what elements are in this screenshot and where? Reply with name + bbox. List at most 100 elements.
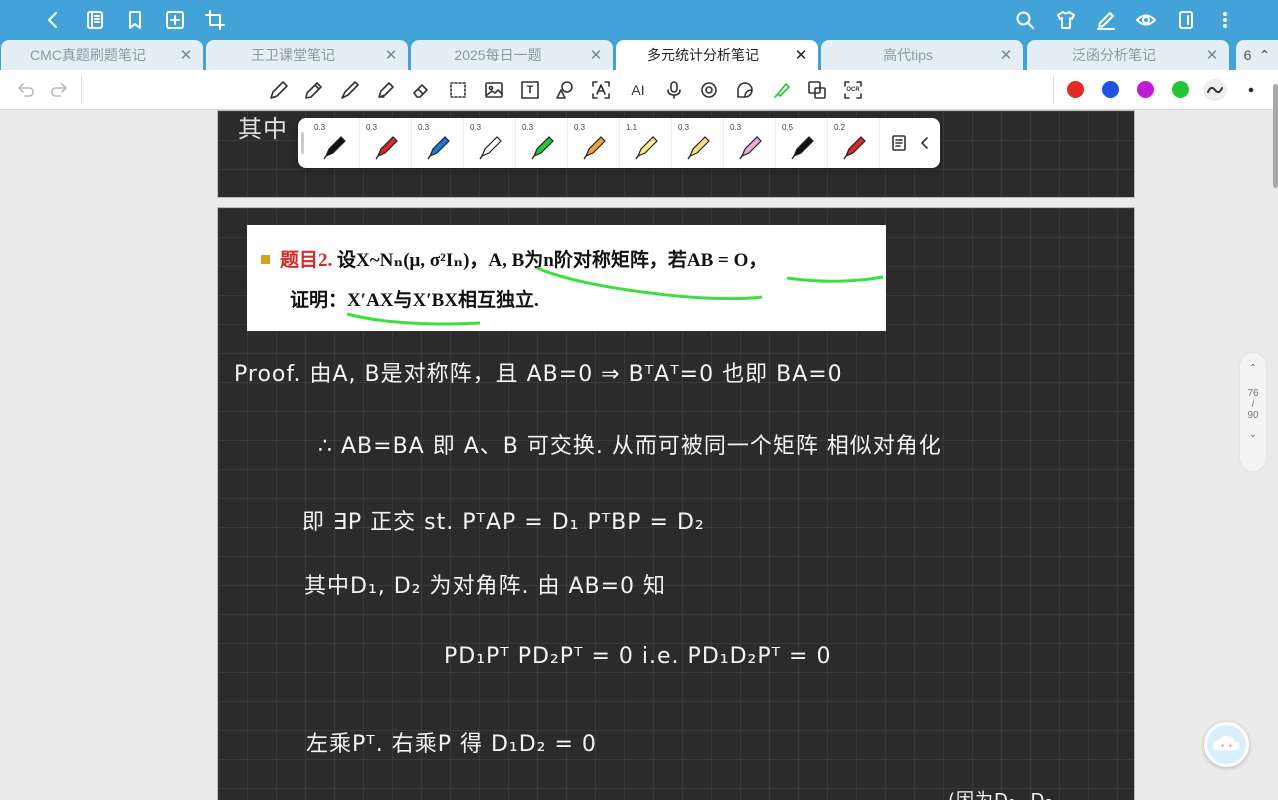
total-pages: 90: [1247, 410, 1259, 421]
notebook-icon[interactable]: [83, 8, 107, 32]
laser-pointer-icon[interactable]: [771, 79, 793, 101]
pen-preset-3[interactable]: 0.3: [412, 118, 464, 168]
sticker-icon[interactable]: [734, 79, 756, 101]
pen-settings-icon[interactable]: [888, 132, 910, 154]
pen-size-label: 0.3: [314, 123, 326, 132]
theme-shirt-icon[interactable]: [1054, 8, 1078, 32]
page-down-icon[interactable]: ⌄: [1240, 429, 1266, 440]
pen-presets-popup: 0.3 0.3 0.3 0.3 0.3 0.3 1.1 0.3 0.3 0.5 0.2: [298, 118, 940, 168]
pen-icon: [531, 136, 554, 160]
ai-icon[interactable]: AI: [627, 79, 649, 101]
divider: [1053, 76, 1054, 104]
color-blue-swatch[interactable]: [1102, 81, 1119, 98]
eraser-icon[interactable]: [410, 79, 432, 101]
proof-line-6: 左乘Pᵀ. 右乘P 得 D₁D₂ = 0: [306, 732, 597, 757]
crop-icon[interactable]: [203, 8, 227, 32]
audio-record-icon[interactable]: [698, 79, 720, 101]
pen-size-label: 0.3: [522, 123, 534, 132]
color-red-swatch[interactable]: [1067, 81, 1084, 98]
problem-text-1: 设X~Nₙ(μ, σ²Iₙ)，A, B为n阶对称矩阵，若AB = O，: [337, 250, 768, 271]
tab-daily-2025[interactable]: 2025每日一题 ✕: [411, 40, 613, 70]
problem-card: 题目2. 设X~Nₙ(μ, σ²Iₙ)，A, B为n阶对称矩阵，若AB = O，…: [247, 225, 886, 331]
pen-preset-4[interactable]: 0.3: [464, 118, 516, 168]
problem-line-2: 证明：X′AX与X′BX相互独立.: [290, 290, 539, 311]
pen-preset-7[interactable]: 1.1: [620, 118, 672, 168]
pen-preset-5[interactable]: 0.3: [516, 118, 568, 168]
eye-icon[interactable]: [1134, 8, 1158, 32]
close-icon[interactable]: ✕: [175, 46, 197, 64]
stroke-style-icon[interactable]: [1203, 79, 1227, 101]
drag-handle[interactable]: [301, 132, 304, 154]
close-icon[interactable]: ✕: [995, 46, 1017, 64]
close-icon[interactable]: ✕: [1201, 46, 1223, 64]
fountain-pen-icon[interactable]: [268, 79, 290, 101]
pen-size-label: 0.2: [834, 123, 846, 132]
highlighter-icon[interactable]: [375, 79, 397, 101]
pen-preset-8[interactable]: 0.3: [672, 118, 724, 168]
pen-preset-9[interactable]: 0.3: [724, 118, 776, 168]
pen-icon: [843, 136, 866, 160]
scrollbar-thumb[interactable]: [1273, 84, 1278, 188]
collapse-chevron-icon[interactable]: [914, 132, 936, 154]
pen-icon: [687, 136, 710, 160]
pen-size-label: 0.3: [574, 123, 586, 132]
assistant-cloud-button[interactable]: [1204, 722, 1249, 767]
pen-icon: [375, 136, 398, 160]
tab-label: 高代tips: [883, 47, 933, 63]
pen-preset-1[interactable]: 0.3: [308, 118, 360, 168]
tab-algebra-tips[interactable]: 高代tips ✕: [821, 40, 1023, 70]
pen-preset-2[interactable]: 0.3: [360, 118, 412, 168]
shapes-icon[interactable]: [554, 79, 576, 101]
redo-icon[interactable]: [48, 79, 70, 101]
close-icon[interactable]: ✕: [585, 46, 607, 64]
translate-icon[interactable]: [806, 79, 828, 101]
more-vertical-icon[interactable]: [1213, 8, 1237, 32]
close-icon[interactable]: ✕: [380, 46, 402, 64]
app-bar: [0, 0, 1278, 40]
pen-preset-11[interactable]: 0.2: [828, 118, 880, 168]
tab-multivariate[interactable]: 多元统计分析笔记 ✕: [616, 40, 818, 70]
divider: [81, 76, 82, 104]
proof-line-1: Proof. 由A, B是对称阵，且 AB=0 ⇒ BᵀAᵀ=0 也即 BA=0: [234, 362, 843, 387]
tab-functional[interactable]: 泛函分析笔记 ✕: [1027, 40, 1229, 70]
stroke-width-dot-icon[interactable]: [1240, 79, 1262, 101]
search-icon[interactable]: [1013, 8, 1037, 32]
color-green-swatch[interactable]: [1172, 81, 1189, 98]
bullet-icon: [261, 255, 270, 264]
chevron-up-icon: ⌃: [1258, 46, 1271, 63]
pen-preset-10[interactable]: 0.5: [776, 118, 828, 168]
pen-size-label: 0.3: [470, 123, 482, 132]
image-icon[interactable]: [483, 79, 505, 101]
pen-preset-6[interactable]: 0.3: [568, 118, 620, 168]
ocr-icon[interactable]: OCR: [842, 79, 864, 101]
device-layout-icon[interactable]: [1174, 8, 1198, 32]
add-page-icon[interactable]: [163, 8, 187, 32]
text-box-icon[interactable]: T: [519, 79, 541, 101]
ballpoint-pen-icon[interactable]: [339, 79, 361, 101]
current-page: 76: [1247, 388, 1259, 399]
pen-size-label: 0.3: [678, 123, 690, 132]
note-page-current[interactable]: 题目2. 设X~Nₙ(μ, σ²Iₙ)，A, B为n阶对称矩阵，若AB = O，…: [217, 207, 1135, 800]
proof-line-7: (因为D₁, D₂...: [948, 786, 1074, 800]
bookmark-icon[interactable]: [123, 8, 147, 32]
pen-size-label: 0.3: [366, 123, 378, 132]
tab-overflow-button[interactable]: 6 ⌃: [1236, 40, 1278, 70]
pen-icon: [635, 136, 658, 160]
pencil-icon[interactable]: [303, 79, 325, 101]
tool-bar: T AI OCR: [0, 70, 1278, 110]
microphone-icon[interactable]: [663, 79, 685, 101]
text-recognition-icon[interactable]: [590, 79, 612, 101]
back-icon[interactable]: [41, 8, 65, 32]
color-purple-swatch[interactable]: [1137, 81, 1154, 98]
proof-line-5: PD₁Pᵀ PD₂Pᵀ = 0 i.e. PD₁D₂Pᵀ = 0: [444, 644, 832, 669]
lasso-select-icon[interactable]: [447, 79, 469, 101]
tab-label: 2025每日一题: [454, 47, 542, 63]
edit-pen-icon[interactable]: [1094, 8, 1118, 32]
tab-cmc[interactable]: CMC真题刷题笔记 ✕: [1, 40, 203, 70]
undo-icon[interactable]: [15, 79, 37, 101]
tab-wangwei[interactable]: 王卫课堂笔记 ✕: [206, 40, 408, 70]
pen-size-label: 0.3: [730, 123, 742, 132]
close-icon[interactable]: ✕: [790, 46, 812, 64]
page-up-icon[interactable]: ⌃: [1240, 363, 1266, 374]
pen-icon: [583, 136, 606, 160]
